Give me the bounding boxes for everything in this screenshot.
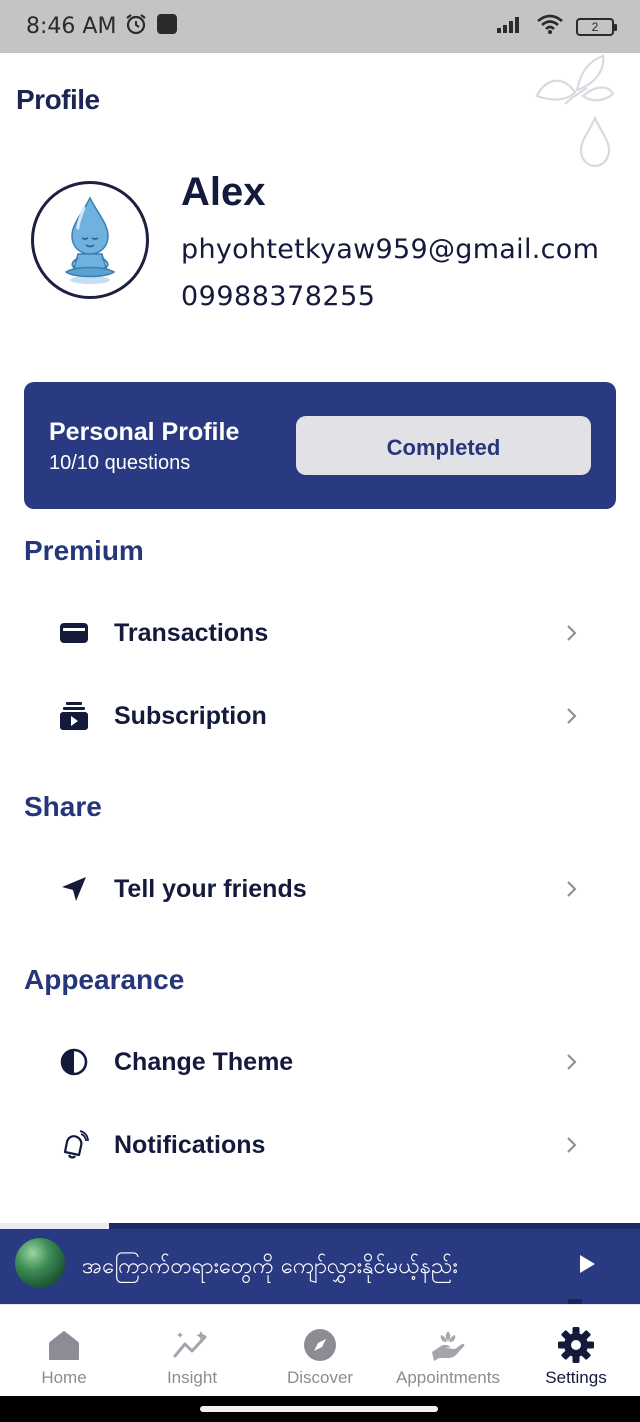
nav-item-appointments[interactable]: Appointments	[384, 1305, 512, 1397]
system-gesture-bar	[0, 1396, 640, 1422]
chevron-right-icon	[562, 706, 582, 726]
user-phone: 09988378255	[181, 281, 376, 312]
nav-label-settings: Settings	[545, 1368, 607, 1387]
personal-profile-title: Personal Profile	[49, 418, 240, 446]
avatar[interactable]	[31, 181, 149, 299]
gear-icon	[556, 1325, 596, 1365]
completed-button[interactable]: Completed	[296, 416, 591, 475]
decorative-leaves-icon	[535, 54, 615, 168]
water-drop-mascot-icon	[64, 196, 116, 284]
nav-item-discover[interactable]: Discover	[256, 1305, 384, 1397]
chevron-right-icon	[562, 1052, 582, 1072]
menu-item-tell-your-friends[interactable]: Tell your friends	[0, 854, 640, 924]
wallet-icon	[58, 617, 90, 649]
personal-profile-progress: 10/10 questions	[49, 452, 191, 474]
battery-level: 2	[591, 19, 599, 34]
section-title-share: Share	[24, 791, 102, 822]
player-thumbnail	[15, 1238, 65, 1288]
nav-label-insight: Insight	[166, 1368, 218, 1387]
home-icon	[44, 1325, 84, 1365]
menu-label-transactions: Transactions	[114, 618, 269, 647]
battery-icon: 2	[576, 17, 617, 36]
user-name: Alex	[181, 170, 266, 214]
status-bar: 8:46 AM 2	[0, 0, 640, 53]
insight-icon	[172, 1325, 212, 1365]
menu-label-subscription: Subscription	[114, 701, 267, 730]
player-title: အကြောက်တရားတွေကို ကျော်လွှားနိုင်မယ့်နည်…	[82, 1254, 458, 1279]
wifi-icon	[536, 13, 564, 40]
nav-item-settings[interactable]: Settings	[512, 1305, 640, 1397]
mini-player[interactable]: အကြောက်တရားတွေကို ကျော်လွှားနိုင်မယ့်နည်…	[0, 1229, 640, 1304]
chevron-right-icon	[562, 1135, 582, 1155]
hands-icon	[428, 1325, 468, 1365]
play-icon[interactable]	[576, 1253, 598, 1275]
menu-item-notifications[interactable]: Notifications	[0, 1110, 640, 1180]
home-gesture-handle[interactable]	[200, 1406, 438, 1412]
nav-item-insight[interactable]: Insight	[128, 1305, 256, 1397]
chevron-right-icon	[562, 879, 582, 899]
app-notification-icon	[156, 13, 178, 40]
nav-label-discover: Discover	[286, 1368, 354, 1387]
user-email: phyohtetkyaw959@gmail.com	[181, 234, 600, 265]
personal-profile-card[interactable]: Personal Profile 10/10 questions Complet…	[24, 382, 616, 509]
nav-item-home[interactable]: Home	[0, 1305, 128, 1397]
menu-item-subscription[interactable]: Subscription	[0, 681, 640, 751]
menu-item-change-theme[interactable]: Change Theme	[0, 1027, 640, 1097]
compass-icon	[300, 1325, 340, 1365]
bottom-nav: Home Insight Discover Appointments Setti…	[0, 1304, 640, 1396]
section-title-premium: Premium	[24, 535, 144, 566]
bell-icon	[58, 1129, 90, 1161]
nav-label-appointments: Appointments	[396, 1368, 500, 1387]
send-icon	[58, 873, 90, 905]
nav-label-home: Home	[41, 1368, 87, 1387]
menu-label-notifications: Notifications	[114, 1130, 266, 1159]
menu-item-transactions[interactable]: Transactions	[0, 598, 640, 668]
signal-icon	[496, 14, 524, 39]
section-title-appearance: Appearance	[24, 964, 185, 995]
menu-label-change-theme: Change Theme	[114, 1047, 294, 1076]
page-title: Profile	[16, 84, 100, 115]
chevron-right-icon	[562, 623, 582, 643]
theme-icon	[58, 1046, 90, 1078]
subscription-icon	[58, 700, 90, 732]
status-time: 8:46 AM	[26, 14, 117, 39]
alarm-icon	[124, 12, 148, 41]
menu-label-tell-your-friends: Tell your friends	[114, 874, 307, 903]
